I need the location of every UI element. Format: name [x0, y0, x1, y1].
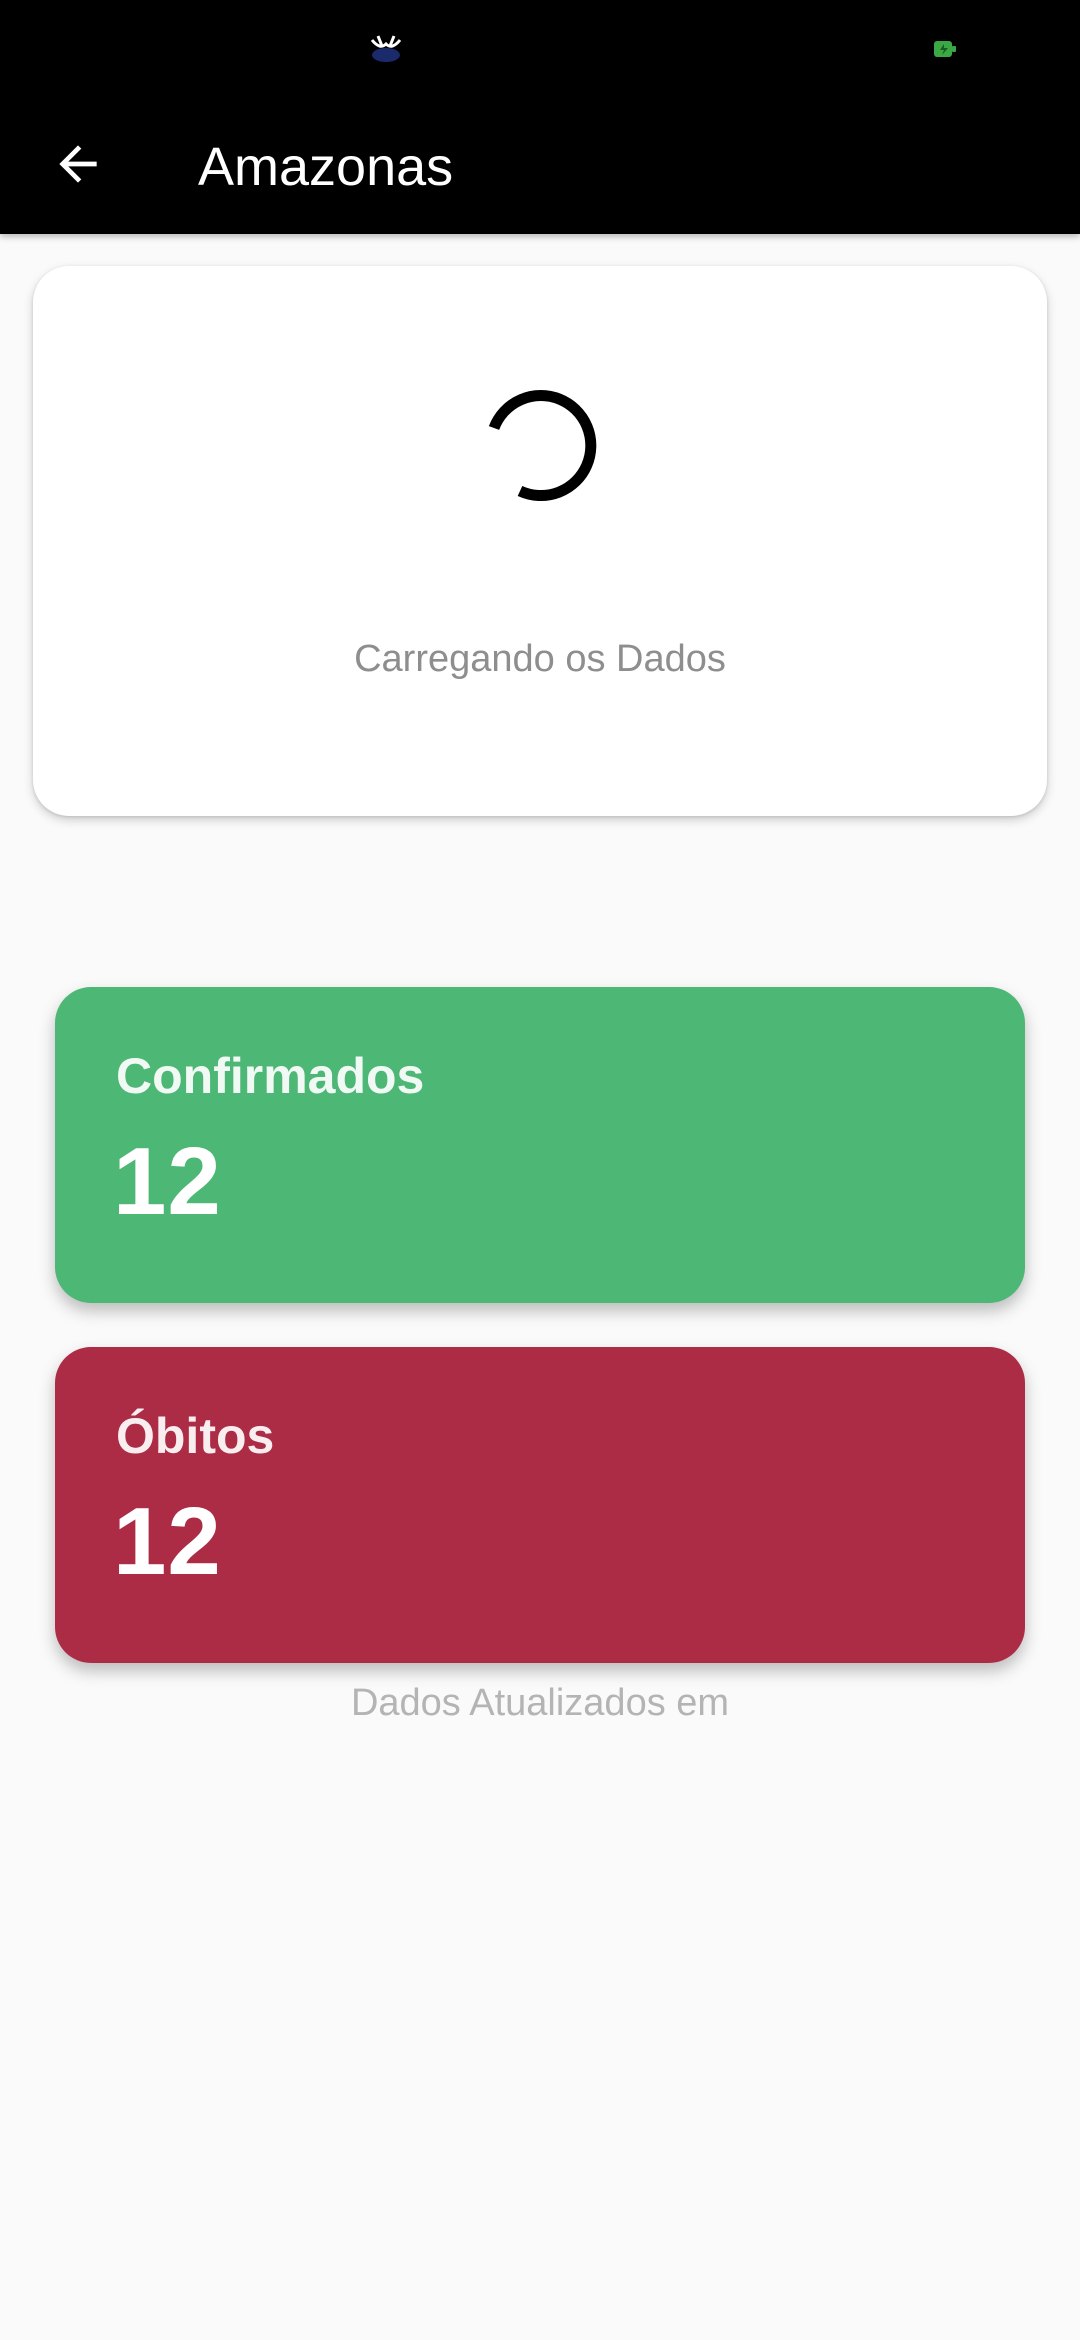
- loading-card: Carregando os Dados: [33, 266, 1047, 816]
- battery-icon: [934, 40, 956, 58]
- deaths-value: 12: [113, 1488, 222, 1595]
- confirmed-label: Confirmados: [116, 1048, 425, 1104]
- updated-timestamp-label: Dados Atualizados em: [350, 1682, 730, 1724]
- confirmed-card: Confirmados 12: [55, 987, 1025, 1303]
- back-button[interactable]: [36, 122, 120, 206]
- notification-app-icon: [366, 30, 406, 66]
- page-title: Amazonas: [198, 137, 454, 197]
- deaths-label: Óbitos: [116, 1408, 275, 1464]
- loading-spinner-icon: [484, 390, 598, 504]
- confirmed-value: 12: [113, 1128, 222, 1235]
- deaths-card: Óbitos 12: [55, 1347, 1025, 1663]
- loading-text: Carregando os Dados: [354, 638, 726, 680]
- status-bar: [0, 0, 1080, 100]
- arrow-back-icon: [59, 145, 97, 183]
- app-bar: Amazonas: [0, 100, 1080, 234]
